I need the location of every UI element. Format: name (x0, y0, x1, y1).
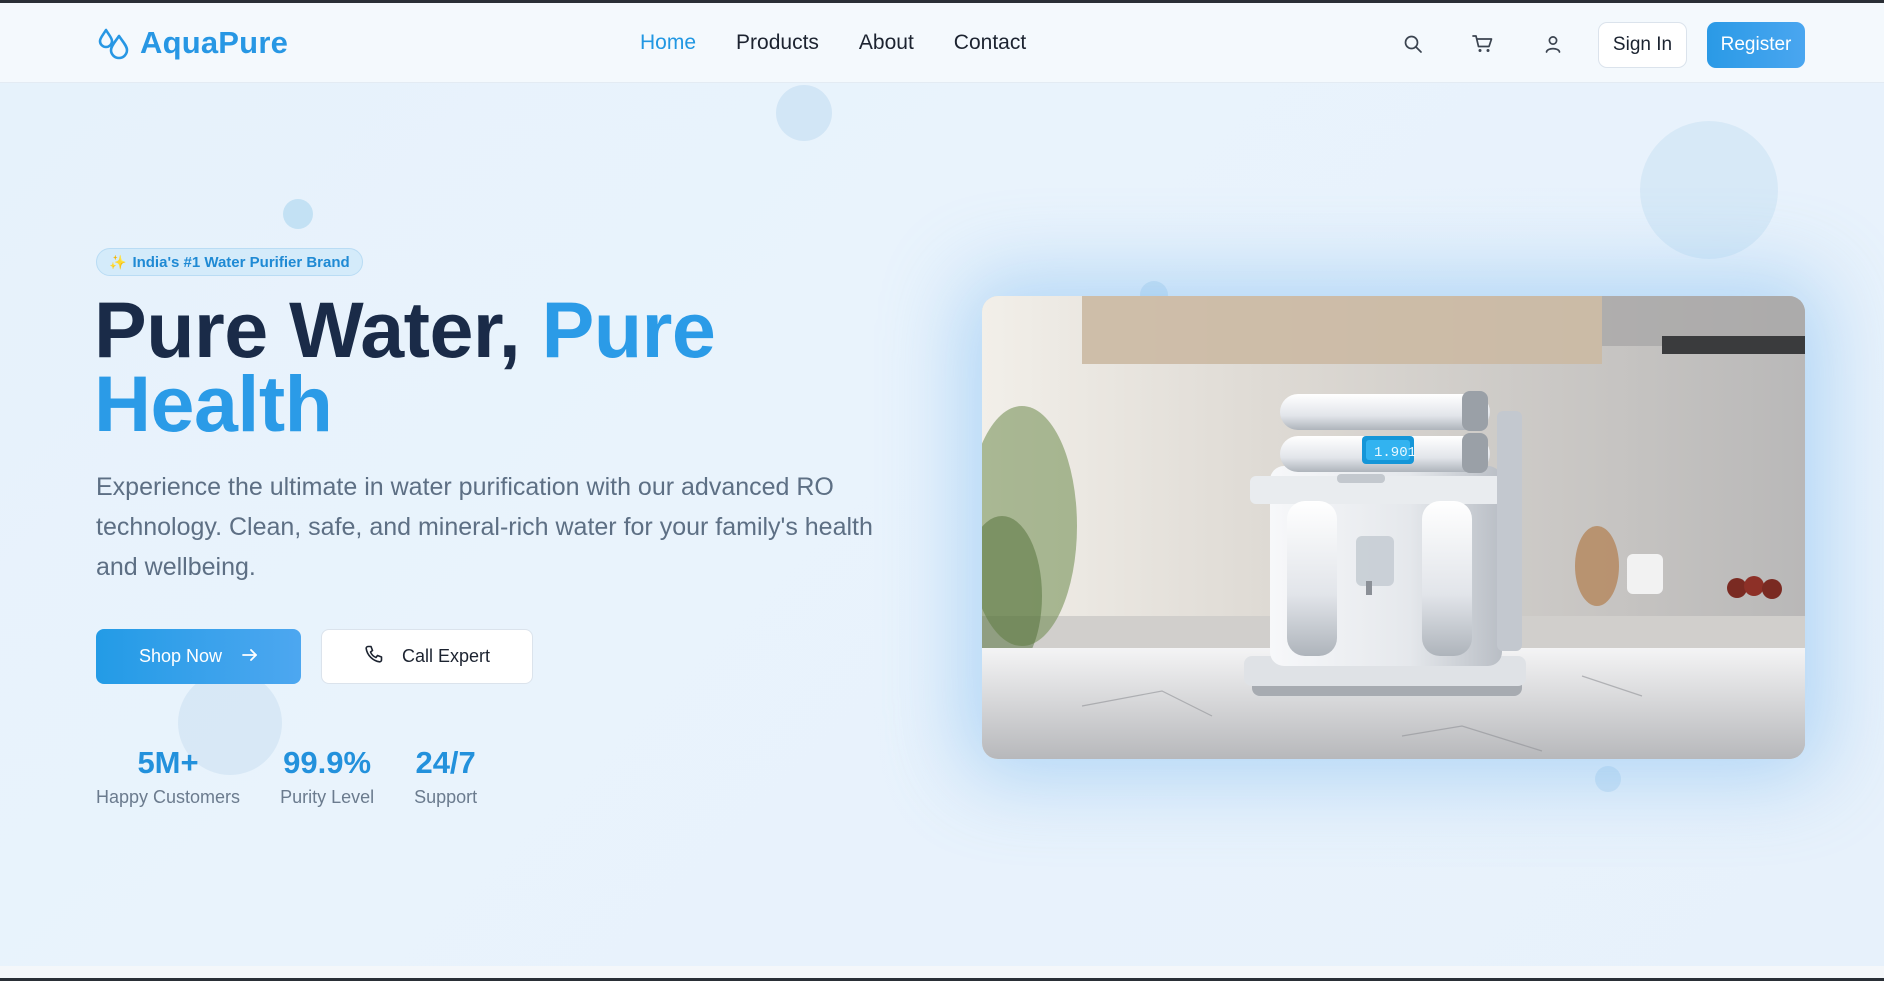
stat-value: 5M+ (137, 745, 199, 780)
headline-part-3: Health (94, 359, 333, 448)
phone-icon (364, 644, 384, 669)
decorative-bubble (776, 85, 832, 141)
badge-text: India's #1 Water Purifier Brand (132, 253, 350, 271)
decorative-bubble (1595, 766, 1621, 792)
stat-label: Support (414, 787, 478, 807)
landing-page: AquaPure Home Products About Contact Sig… (0, 3, 1884, 966)
sign-in-button[interactable]: Sign In (1598, 22, 1687, 68)
nav-link-products[interactable]: Products (736, 31, 819, 55)
top-navbar: AquaPure Home Products About Contact Sig… (0, 3, 1884, 83)
svg-text:1.901: 1.901 (1374, 445, 1416, 461)
search-icon[interactable] (1400, 31, 1426, 57)
main-nav: Home Products About Contact (640, 31, 1026, 55)
nav-icon-group (1400, 31, 1566, 57)
stat-support: 24/7 Support (414, 745, 477, 808)
decorative-bubble (283, 199, 313, 229)
nav-link-home[interactable]: Home (640, 31, 696, 55)
hero-description: Experience the ultimate in water purific… (96, 473, 873, 581)
stat-value: 24/7 (415, 745, 476, 780)
hero-stats: 5M+ Happy Customers 99.9% Purity Level 2… (96, 745, 477, 808)
nav-link-about[interactable]: About (859, 31, 914, 55)
stat-label: Happy Customers (96, 787, 241, 807)
brand-name: AquaPure (140, 25, 289, 60)
page-bottom-edge (0, 966, 1884, 978)
call-expert-button[interactable]: Call Expert (321, 629, 533, 684)
sparkle-icon: ✨ (109, 253, 127, 270)
stat-customers: 5M+ Happy Customers (96, 745, 240, 808)
stat-purity: 99.9% Purity Level (280, 745, 374, 808)
arrow-right-icon (242, 646, 258, 667)
brand-logo[interactable]: AquaPure (96, 25, 288, 61)
shop-now-label: Shop Now (138, 646, 223, 666)
water-drops-icon (96, 25, 132, 61)
hero-headline: Pure Water, Pure Health (94, 290, 894, 443)
cart-icon[interactable] (1470, 31, 1496, 57)
headline-part-2: Pure (541, 285, 716, 374)
user-icon[interactable] (1540, 31, 1566, 57)
register-button[interactable]: Register (1707, 22, 1805, 68)
decorative-bubble (1640, 121, 1778, 259)
stat-value: 99.9% (283, 745, 372, 780)
hero-product-image: 1.901 (982, 296, 1805, 759)
water-purifier-illustration: 1.901 (982, 296, 1805, 759)
shop-now-button[interactable]: Shop Now (96, 629, 301, 684)
hero-badge: ✨ India's #1 Water Purifier Brand (96, 248, 363, 276)
stat-label: Purity Level (280, 787, 375, 807)
nav-link-contact[interactable]: Contact (954, 31, 1026, 55)
call-expert-label: Call Expert (401, 646, 491, 666)
